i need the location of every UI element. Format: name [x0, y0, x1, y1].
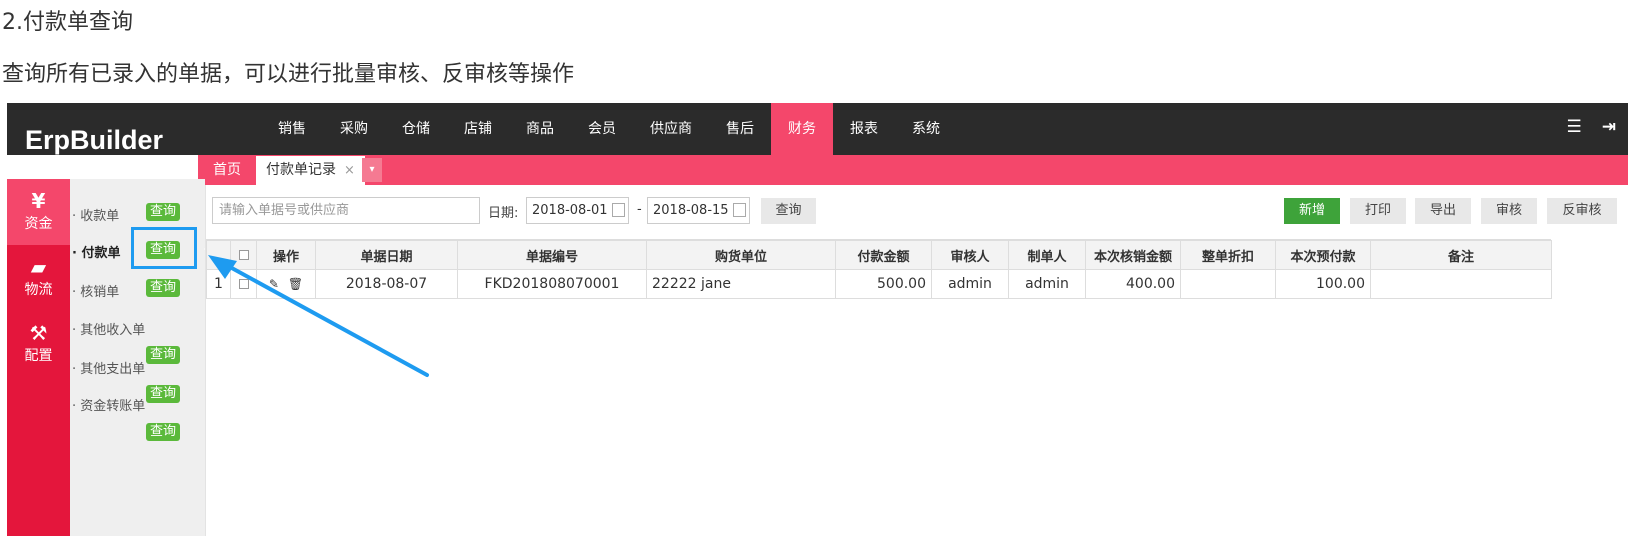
- doc-heading: 2.付款单查询: [2, 10, 133, 35]
- annotation-arrow: [208, 255, 429, 377]
- erp-app-window: ErpBuilder 销售 采购 仓储 店铺 商品 会员 供应商 售后 财务 报…: [7, 103, 1628, 536]
- doc-description: 查询所有已录入的单据，可以进行批量审核、反审核等操作: [2, 62, 575, 87]
